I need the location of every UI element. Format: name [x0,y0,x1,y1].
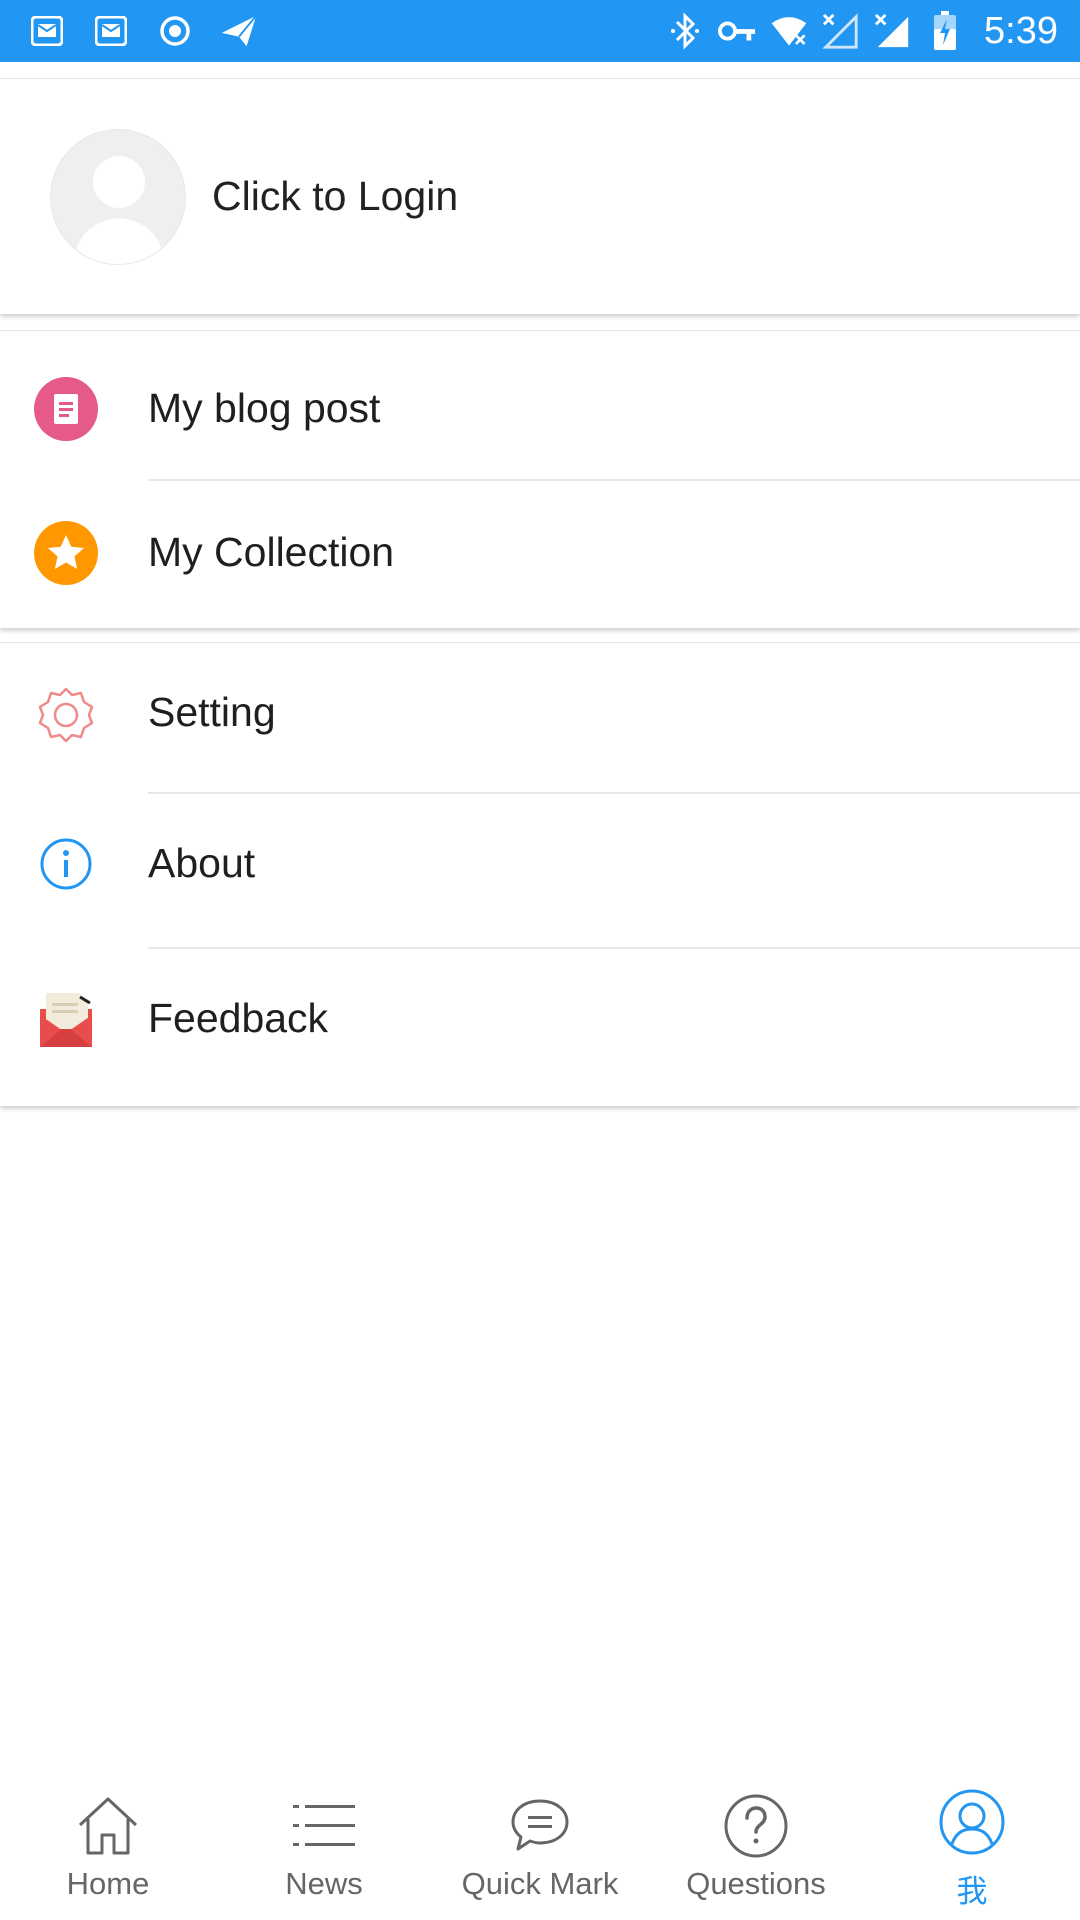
send-icon [220,12,258,50]
tab-me[interactable]: 我 [864,1770,1080,1920]
vpn-key-icon [718,12,756,50]
signal-icon [822,12,860,50]
login-card[interactable]: Click to Login [0,78,1080,314]
tab-label: Home [66,1866,150,1901]
menu-item-feedback[interactable]: Feedback [0,949,1080,1099]
tab-label: 我 [956,1874,988,1909]
login-label[interactable]: Click to Login [212,173,458,220]
status-bar: 5:39 [0,0,1080,62]
bottom-tab-bar: Home News Quick Mark Questions 我 [0,1770,1080,1920]
mail-icon [92,12,130,50]
menu-item-label: My Collection [148,529,395,575]
battery-charging-icon [926,11,964,50]
signal-icon [874,12,912,50]
menu-group-1: My blog post My Collection [0,330,1080,628]
menu-item-about[interactable]: About [0,794,1080,944]
info-icon [34,832,98,896]
menu-item-setting[interactable]: Setting [0,643,1080,793]
chat-bubble-icon [432,1790,648,1862]
list-icon [216,1790,432,1862]
tab-label: Questions [686,1866,826,1901]
tab-quick-mark[interactable]: Quick Mark [432,1770,648,1920]
menu-item-label: About [148,840,256,886]
home-icon [0,1790,216,1862]
menu-item-label: My blog post [148,385,381,431]
question-icon [648,1790,864,1862]
star-icon [34,521,98,585]
tab-label: News [285,1866,363,1901]
menu-item-label: Setting [148,689,276,735]
envelope-icon [34,989,98,1053]
menu-item-my-collection[interactable]: My Collection [0,481,1080,631]
gear-icon [34,683,98,747]
bluetooth-icon [666,12,704,50]
mail-icon [28,12,66,50]
profile-icon [864,1786,1080,1858]
tab-news[interactable]: News [216,1770,432,1920]
menu-group-2: Setting About Feedback [0,642,1080,1106]
menu-item-my-blog-post[interactable]: My blog post [0,331,1080,481]
tab-home[interactable]: Home [0,1770,216,1920]
tab-label: Quick Mark [461,1866,619,1901]
blog-post-icon [34,377,98,441]
menu-item-label: Feedback [148,995,329,1041]
record-icon [156,12,194,50]
default-avatar-icon[interactable] [50,129,186,265]
tab-questions[interactable]: Questions [648,1770,864,1920]
wifi-icon [770,12,808,50]
status-time: 5:39 [984,9,1058,52]
